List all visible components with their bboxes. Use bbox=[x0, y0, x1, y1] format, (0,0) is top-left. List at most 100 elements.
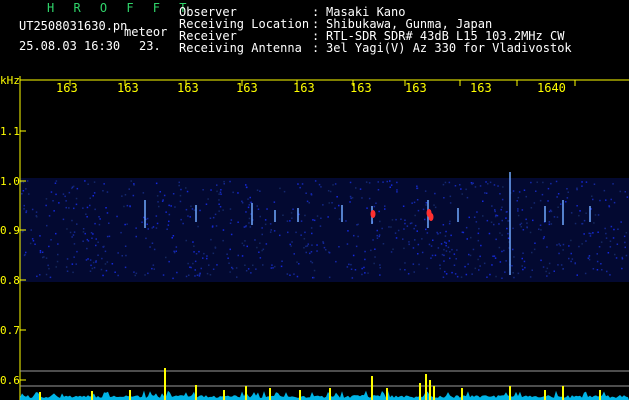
noise-speckle bbox=[621, 267, 623, 270]
noise-speckle bbox=[39, 251, 42, 254]
noise-speckle bbox=[454, 185, 457, 187]
noise-speckle bbox=[141, 221, 143, 223]
noise-speckle bbox=[444, 181, 447, 184]
noise-speckle bbox=[101, 257, 103, 260]
noise-speckle bbox=[466, 196, 469, 199]
noise-speckle bbox=[585, 240, 587, 242]
noise-speckle bbox=[171, 237, 173, 239]
noise-speckle bbox=[65, 200, 67, 202]
noise-speckle bbox=[501, 206, 503, 208]
noise-speckle bbox=[71, 219, 73, 222]
noise-speckle bbox=[42, 256, 44, 259]
noise-speckle bbox=[237, 221, 239, 223]
noise-speckle bbox=[41, 251, 44, 253]
noise-speckle bbox=[58, 202, 60, 204]
noise-speckle bbox=[72, 234, 75, 236]
noise-speckle bbox=[155, 215, 158, 217]
noise-speckle bbox=[87, 258, 89, 260]
noise-speckle bbox=[445, 273, 448, 275]
noise-speckle bbox=[469, 254, 472, 257]
noise-speckle bbox=[540, 229, 542, 231]
noise-speckle bbox=[460, 188, 462, 190]
y-tick-label: 0.6 bbox=[0, 374, 20, 387]
noise-speckle bbox=[547, 187, 550, 190]
y-tick-label: 1.1 bbox=[0, 125, 20, 138]
noise-speckle bbox=[468, 253, 470, 256]
noise-speckle bbox=[389, 180, 391, 182]
noise-speckle bbox=[425, 228, 427, 231]
noise-speckle bbox=[91, 237, 93, 239]
time-tick-label: 163 bbox=[293, 81, 315, 95]
noise-speckle bbox=[531, 269, 533, 271]
noise-speckle bbox=[36, 216, 38, 218]
noise-speckle bbox=[306, 200, 309, 203]
noise-speckle bbox=[313, 276, 315, 279]
noise-speckle bbox=[389, 186, 391, 188]
noise-speckle bbox=[71, 263, 74, 265]
noise-speckle bbox=[168, 204, 170, 207]
noise-speckle bbox=[295, 231, 297, 234]
noise-speckle bbox=[348, 263, 350, 266]
noise-speckle bbox=[583, 219, 586, 222]
noise-speckle bbox=[105, 207, 107, 209]
noise-speckle bbox=[311, 244, 313, 246]
noise-speckle bbox=[464, 265, 466, 268]
noise-speckle bbox=[68, 207, 70, 209]
noise-speckle bbox=[320, 186, 322, 188]
noise-speckle bbox=[149, 246, 151, 248]
noise-speckle bbox=[351, 197, 354, 199]
noise-speckle bbox=[26, 180, 29, 182]
noise-speckle bbox=[368, 182, 371, 184]
noise-speckle bbox=[377, 189, 380, 191]
noise-speckle bbox=[247, 268, 250, 270]
noise-speckle bbox=[25, 251, 27, 254]
noise-speckle bbox=[576, 274, 578, 276]
noise-speckle bbox=[579, 210, 581, 212]
noise-speckle bbox=[338, 204, 340, 207]
noise-speckle bbox=[507, 220, 509, 222]
noise-speckle bbox=[52, 200, 54, 202]
noise-speckle bbox=[548, 223, 551, 226]
noise-speckle bbox=[153, 268, 155, 270]
noise-speckle bbox=[578, 245, 580, 248]
noise-speckle bbox=[497, 185, 499, 187]
noise-speckle bbox=[546, 267, 549, 270]
noise-speckle bbox=[448, 181, 451, 184]
noise-speckle bbox=[453, 253, 456, 255]
noise-speckle bbox=[82, 240, 84, 242]
noise-speckle bbox=[517, 272, 520, 275]
noise-speckle bbox=[130, 180, 132, 182]
noise-speckle bbox=[75, 263, 77, 265]
noise-speckle bbox=[223, 180, 225, 183]
noise-speckle bbox=[25, 188, 27, 190]
noise-speckle bbox=[422, 208, 425, 211]
noise-speckle bbox=[357, 235, 359, 238]
noise-speckle bbox=[418, 263, 420, 266]
noise-speckle bbox=[48, 245, 50, 248]
noise-speckle bbox=[124, 266, 127, 269]
noise-speckle bbox=[259, 257, 262, 259]
noise-speckle bbox=[116, 215, 118, 218]
noise-speckle bbox=[607, 252, 610, 254]
spectrum-baseline bbox=[20, 390, 629, 400]
noise-speckle bbox=[310, 227, 313, 229]
noise-speckle bbox=[366, 207, 368, 209]
noise-speckle bbox=[269, 223, 272, 225]
noise-speckle bbox=[47, 264, 49, 267]
noise-speckle bbox=[134, 274, 136, 277]
noise-speckle bbox=[349, 181, 352, 184]
noise-speckle bbox=[597, 231, 599, 233]
noise-speckle bbox=[264, 219, 267, 221]
noise-speckle bbox=[596, 253, 598, 255]
noise-speckle bbox=[194, 275, 196, 277]
noise-speckle bbox=[365, 181, 368, 183]
noise-speckle bbox=[414, 239, 416, 241]
noise-speckle bbox=[178, 181, 180, 184]
noise-speckle bbox=[159, 191, 161, 193]
noise-speckle bbox=[526, 226, 528, 229]
noise-speckle bbox=[384, 208, 386, 210]
noise-speckle bbox=[92, 233, 94, 235]
noise-speckle bbox=[111, 263, 114, 265]
noise-speckle bbox=[172, 193, 175, 195]
noise-speckle bbox=[316, 250, 318, 252]
